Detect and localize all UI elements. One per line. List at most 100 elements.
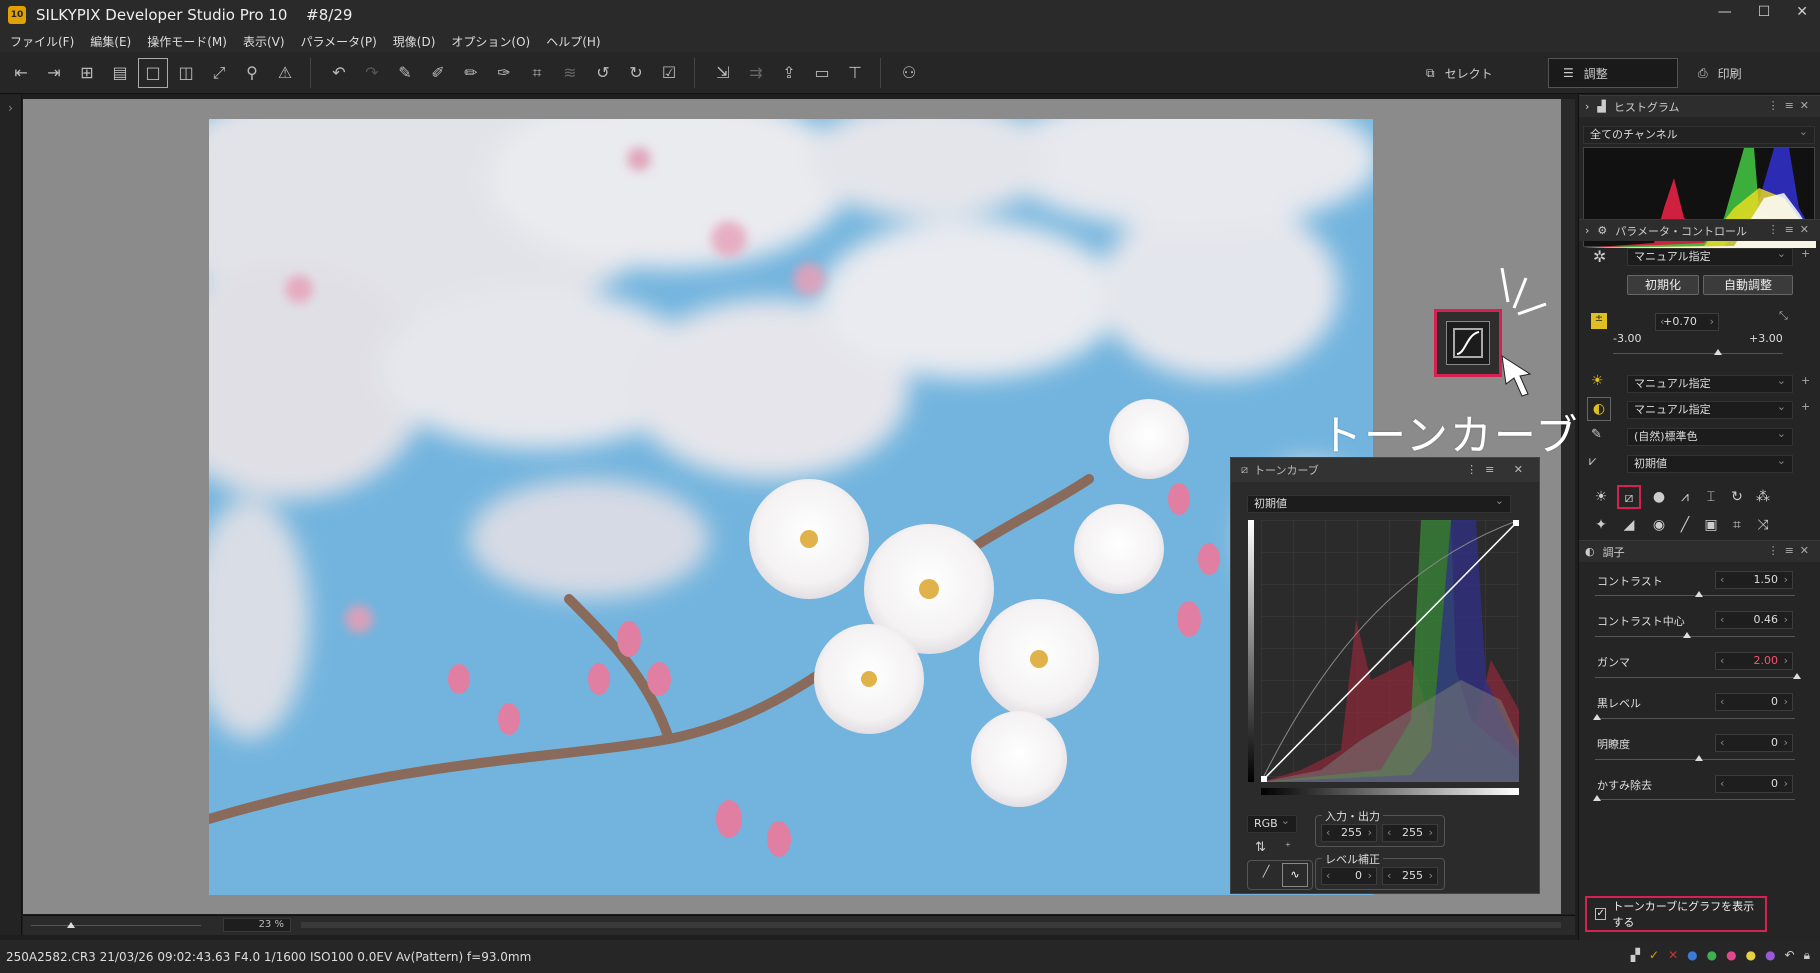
warning-icon[interactable]: ⚠: [270, 58, 300, 88]
lens-tool-icon[interactable]: ⁂: [1753, 487, 1773, 507]
filmstrip-view-icon[interactable]: ▤: [105, 58, 135, 88]
black-level-thumb[interactable]: [1593, 714, 1601, 720]
tab-adjust[interactable]: ☰ 調整: [1548, 58, 1678, 88]
contrast-center-thumb[interactable]: [1683, 632, 1691, 638]
label-pink-icon[interactable]: ●: [1726, 948, 1736, 963]
noise-tool-icon[interactable]: ⌶: [1701, 487, 1721, 507]
check-icon[interactable]: ☑: [654, 58, 684, 88]
label-green-icon[interactable]: ●: [1707, 948, 1717, 963]
zoom-icon[interactable]: ⚲: [237, 58, 267, 88]
show-graph-option[interactable]: ✓ トーンカーブにグラフを表示する: [1585, 896, 1767, 932]
minimize-button[interactable]: —: [1718, 4, 1732, 20]
monitor-icon[interactable]: ▞: [1631, 948, 1640, 963]
close-button[interactable]: ✕: [1796, 4, 1808, 20]
horizontal-scrollbar[interactable]: [301, 922, 1561, 928]
rotate-right-icon[interactable]: ↻: [621, 58, 651, 88]
menu-help[interactable]: ヘルプ(H): [546, 33, 600, 50]
param-preset-select[interactable]: マニュアル指定: [1627, 246, 1793, 266]
transform-tool-icon[interactable]: ⤨: [1753, 515, 1773, 535]
settings-icon[interactable]: ✲: [1593, 247, 1606, 266]
level-high-spinbox[interactable]: 255: [1382, 867, 1438, 885]
panel-controls[interactable]: ⋮≡✕: [1768, 544, 1815, 557]
sharpness-select[interactable]: 初期値: [1627, 453, 1793, 473]
histogram-header[interactable]: › ▟ ヒストグラム ⋮≡✕: [1579, 95, 1820, 117]
redo-icon[interactable]: ↷: [357, 58, 387, 88]
black-level-track[interactable]: [1595, 718, 1795, 719]
color-tool-icon[interactable]: ●: [1649, 487, 1669, 507]
lock-icon[interactable]: 🔒︎: [1804, 948, 1810, 963]
reject-icon[interactable]: ✕: [1668, 948, 1678, 963]
label-purple-icon[interactable]: ●: [1765, 948, 1775, 963]
compare-view-icon[interactable]: ◫: [171, 58, 201, 88]
tone-section-header[interactable]: ◐ 調子 ⋮≡✕: [1579, 540, 1820, 562]
param-control-header[interactable]: › ⚙ パラメータ・コントロール ⋮≡✕: [1579, 219, 1820, 241]
exposure-spinbox[interactable]: +0.70: [1655, 313, 1719, 331]
develop-icon[interactable]: ⇲: [708, 58, 738, 88]
contrast-thumb[interactable]: [1695, 591, 1703, 597]
thumbnail-size-thumb[interactable]: [67, 922, 75, 928]
eraser-icon[interactable]: ✑: [489, 58, 519, 88]
rotate-left-icon[interactable]: ↺: [588, 58, 618, 88]
undo-small-icon[interactable]: ↶: [1785, 948, 1795, 963]
add-preset-icon[interactable]: +: [1801, 247, 1810, 260]
label-blue-icon[interactable]: ●: [1687, 948, 1697, 963]
export-icon[interactable]: ⇪: [774, 58, 804, 88]
menu-edit[interactable]: 編集(E): [90, 33, 131, 50]
hammer-icon[interactable]: ⊤: [840, 58, 870, 88]
reset-button[interactable]: 初期化: [1627, 275, 1699, 295]
undo-icon[interactable]: ↶: [324, 58, 354, 88]
batch-develop-icon[interactable]: ⇉: [741, 58, 771, 88]
shadow-tool-icon[interactable]: ◢: [1619, 515, 1639, 535]
contrast-spinbox[interactable]: 1.50: [1715, 571, 1793, 589]
search-person-icon[interactable]: ⚇: [894, 58, 924, 88]
gamma-spinbox[interactable]: 2.00: [1715, 652, 1793, 670]
level-low-spinbox[interactable]: 0: [1321, 867, 1377, 885]
dehaze-thumb[interactable]: [1593, 795, 1601, 801]
sharp-tool-icon[interactable]: ⩘: [1675, 487, 1695, 507]
panel-controls[interactable]: ⋮≡✕: [1768, 223, 1815, 236]
stamp-tool-icon[interactable]: ▣: [1701, 515, 1721, 535]
spline-mode-icon[interactable]: ∿: [1282, 863, 1308, 887]
gamma-track[interactable]: [1595, 677, 1795, 678]
dehaze-spinbox[interactable]: 0: [1715, 775, 1793, 793]
channel-select[interactable]: RGB: [1247, 813, 1297, 833]
next-image-icon[interactable]: ⇥: [39, 58, 69, 88]
label-yellow-icon[interactable]: ●: [1746, 948, 1756, 963]
histogram-channel-select[interactable]: 全てのチャンネル: [1583, 124, 1815, 144]
brush-icon[interactable]: ✏: [456, 58, 486, 88]
layers-icon[interactable]: ≋: [555, 58, 585, 88]
curve-adjust-icon[interactable]: ⇅: [1255, 840, 1266, 855]
tone-curve-window-controls[interactable]: ⋮≡ ✕: [1466, 463, 1531, 476]
crop-icon[interactable]: ⌗: [522, 58, 552, 88]
dehaze-track[interactable]: [1595, 799, 1795, 800]
color-select[interactable]: (自然)標準色: [1627, 426, 1793, 446]
grid-view-icon[interactable]: ⊞: [72, 58, 102, 88]
crop-tool-icon[interactable]: ⌗: [1727, 515, 1747, 535]
add-point-icon[interactable]: ⁺: [1285, 840, 1291, 853]
tab-print[interactable]: ⎙ 印刷: [1684, 58, 1814, 88]
menu-option[interactable]: オプション(O): [451, 33, 530, 50]
eye-tool-icon[interactable]: ◉: [1649, 515, 1669, 535]
clarity-spinbox[interactable]: 0: [1715, 734, 1793, 752]
clarity-thumb[interactable]: [1695, 755, 1703, 761]
highlight-tool-icon[interactable]: ✦: [1591, 515, 1611, 535]
add-tone-icon[interactable]: +: [1801, 400, 1810, 413]
tone-curve-tool-icon[interactable]: ⧄: [1617, 485, 1641, 509]
panel-controls[interactable]: ⋮≡✕: [1768, 99, 1815, 112]
gamma-thumb[interactable]: [1793, 673, 1801, 679]
tab-select[interactable]: ⧉ セレクト: [1412, 58, 1542, 88]
spot-tool-icon[interactable]: ✎: [390, 58, 420, 88]
single-view-icon[interactable]: □: [138, 57, 168, 88]
exposure-thumb[interactable]: [1713, 349, 1722, 355]
show-graph-checkbox[interactable]: ✓: [1595, 908, 1607, 920]
brush-tool-icon[interactable]: ╱: [1675, 515, 1695, 535]
wb-select[interactable]: マニュアル指定: [1627, 373, 1793, 393]
linear-mode-icon[interactable]: ╱: [1254, 865, 1278, 885]
fullscreen-icon[interactable]: ⤢: [204, 58, 234, 88]
menu-file[interactable]: ファイル(F): [10, 33, 74, 50]
expand-exposure-icon[interactable]: ⤡: [1779, 309, 1788, 323]
exposure-track[interactable]: [1613, 353, 1783, 354]
tone-curve-graph[interactable]: [1260, 519, 1520, 783]
checkmark-icon[interactable]: ✓: [1649, 948, 1659, 963]
rotate-tool-icon[interactable]: ↻: [1727, 487, 1747, 507]
